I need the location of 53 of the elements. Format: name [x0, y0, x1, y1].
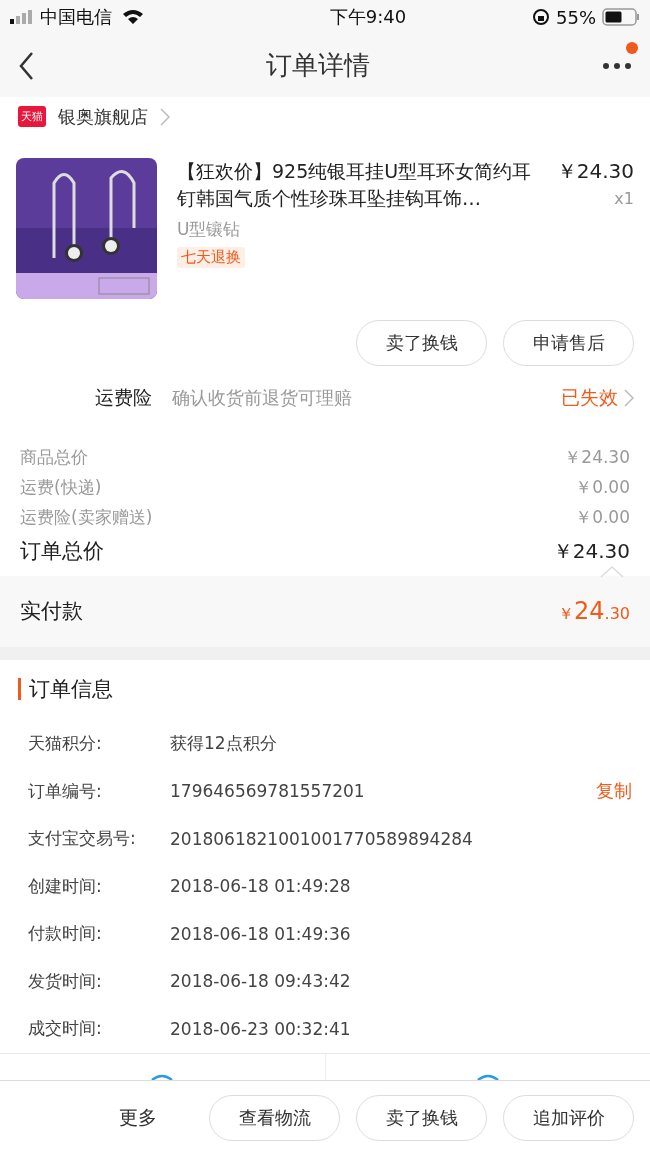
return-policy-tag: 七天退换	[177, 247, 245, 269]
paid-amount: ￥24.30	[558, 597, 630, 626]
clock-time: 下午9:40	[328, 5, 407, 30]
price-label: 订单总价	[20, 538, 104, 566]
product-price: ￥24.30	[556, 158, 634, 186]
item-action-button[interactable]: 申请售后	[503, 319, 634, 366]
price-label: 商品总价	[20, 445, 88, 469]
info-value: 2018-06-18 01:49:28	[170, 876, 352, 897]
order-action-button[interactable]: 追加评价	[503, 1095, 634, 1141]
product-quantity: x1	[614, 189, 634, 209]
order-action-button[interactable]: 卖了换钱	[356, 1095, 487, 1141]
back-icon[interactable]	[18, 50, 34, 81]
carrier-name: 中国电信	[40, 5, 112, 30]
info-label: 付款时间:	[28, 922, 103, 946]
caret-up-icon	[600, 566, 624, 579]
order-action-button[interactable]: 查看物流	[209, 1095, 340, 1141]
insurance-description: 确认收货前退货可理赔	[172, 386, 353, 411]
info-label: 订单编号:	[28, 779, 103, 803]
info-value: 2018-06-18 01:49:36	[170, 923, 352, 944]
info-label: 发货时间:	[28, 969, 103, 993]
price-value: ￥0.00	[575, 475, 630, 499]
product-variant: U型镶钻	[177, 218, 242, 242]
battery-icon	[602, 8, 640, 27]
page-title: 订单详情	[266, 49, 370, 83]
price-value: ￥0.00	[575, 505, 630, 529]
product-title[interactable]: 【狂欢价】925纯银耳挂U型耳环女简约耳钉韩国气质个性珍珠耳坠挂钩耳饰…	[177, 158, 537, 213]
item-action-button[interactable]: 卖了换钱	[356, 319, 487, 366]
info-label: 成交时间:	[28, 1017, 103, 1041]
rotation-lock-icon	[532, 8, 550, 27]
info-label: 天猫积分:	[28, 732, 103, 756]
info-value: 2018-06-23 00:32:41	[170, 1018, 352, 1039]
paid-label: 实付款	[20, 598, 83, 626]
tmall-badge: 天猫	[18, 106, 46, 128]
price-label: 运费险(卖家赠送)	[20, 505, 153, 529]
section-title: 订单信息	[18, 678, 632, 701]
price-value: ￥24.30	[552, 537, 630, 565]
more-icon[interactable]	[602, 61, 632, 70]
info-value: 179646569781557201	[170, 781, 366, 802]
arc-icon	[150, 1073, 175, 1080]
info-label: 创建时间:	[28, 874, 103, 898]
battery-percent: 55%	[556, 6, 596, 28]
info-value: 获得12点积分	[170, 732, 278, 756]
arc-icon	[475, 1073, 500, 1080]
wifi-icon	[122, 9, 144, 26]
store-name[interactable]: 银奥旗舰店	[58, 104, 148, 129]
more-button[interactable]: 更多	[119, 1105, 157, 1131]
copy-link[interactable]: 复制	[596, 779, 632, 804]
info-label: 支付宝交易号:	[28, 827, 137, 851]
insurance-label: 运费险	[95, 385, 152, 411]
info-value: 2018-06-18 09:43:42	[170, 971, 352, 992]
info-value: 2018061821001001770589894284	[170, 828, 474, 849]
price-label: 运费(快递)	[20, 475, 102, 499]
price-value: ￥24.30	[564, 445, 630, 469]
